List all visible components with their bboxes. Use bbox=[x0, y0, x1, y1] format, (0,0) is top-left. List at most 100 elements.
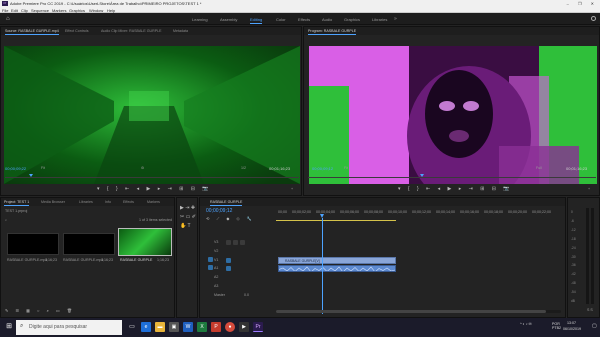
tray-language[interactable]: POR PTB2 bbox=[552, 322, 561, 330]
program-fit-select[interactable]: Fit bbox=[344, 166, 348, 170]
timeline-toolbar[interactable]: ⟲ ⟋ ◆ ◇ 🔧 bbox=[206, 216, 255, 221]
premiere-logo-icon: Pr bbox=[2, 1, 8, 6]
track-a3: A3 bbox=[214, 284, 219, 288]
powerpoint-icon[interactable]: P bbox=[211, 322, 221, 332]
ruler-label: 00;00;10;00 bbox=[388, 210, 407, 214]
program-resolution-select[interactable]: Full bbox=[536, 166, 542, 170]
ws-tab-libraries[interactable]: Libraries bbox=[372, 17, 387, 22]
audio-clip[interactable] bbox=[278, 265, 396, 272]
tray-time[interactable]: 13:07 bbox=[567, 321, 576, 325]
ruler-label: 00;00;20;00 bbox=[508, 210, 527, 214]
workspaces-more-button[interactable]: » bbox=[394, 16, 397, 22]
taskbar-search-placeholder: Digite aqui para pesquisar bbox=[29, 324, 88, 330]
tab-program[interactable]: Program: RASBALE GURPLE bbox=[308, 29, 357, 35]
media-icon[interactable]: ▶ bbox=[239, 322, 249, 332]
tab-metadata[interactable]: Metadata bbox=[173, 29, 188, 33]
timeline-playhead-handle[interactable] bbox=[320, 214, 324, 218]
program-transport-controls[interactable]: ▾ { } ⇤ ◂ ▶ ▸ ⇥ ⊞ ⊟ 📷 bbox=[398, 186, 513, 192]
source-playhead[interactable] bbox=[29, 174, 33, 177]
meter-bar-left bbox=[586, 208, 589, 304]
track-target-v1[interactable] bbox=[226, 258, 231, 263]
word-icon[interactable]: W bbox=[183, 322, 193, 332]
ruler-label: 00;00;18;00 bbox=[484, 210, 503, 214]
ws-tab-learning[interactable]: Learning bbox=[192, 17, 208, 22]
tools-icons[interactable]: ▶ ⇥ ✚ ✂ ▭ ✐ ✋ T bbox=[180, 204, 196, 231]
ws-tab-graphics[interactable]: Graphics bbox=[344, 17, 360, 22]
ws-tab-assembly[interactable]: Assembly bbox=[220, 17, 237, 22]
program-add-button[interactable]: + bbox=[588, 187, 590, 191]
timeline-scroll-thumb[interactable] bbox=[276, 310, 546, 313]
file-explorer-icon[interactable]: ▬ bbox=[155, 322, 165, 332]
source-timecode[interactable]: 00;00;09;22 bbox=[5, 166, 26, 171]
track-headers: V3 V2 V1 A1 A2 A3 Master 0.0 bbox=[204, 240, 274, 300]
video-clip[interactable]: RASBALE GURPLE[V] bbox=[278, 257, 396, 264]
excel-icon[interactable]: X bbox=[197, 322, 207, 332]
source-add-button[interactable]: + bbox=[291, 187, 293, 191]
wrench-icon[interactable]: ⚙ bbox=[141, 166, 144, 170]
project-tabs: Project: TEST 1 Media Browser Libraries … bbox=[1, 198, 174, 206]
source-resolution-select[interactable]: 1/2 bbox=[241, 166, 246, 170]
window-controls[interactable]: – ❐ ✕ bbox=[567, 1, 598, 6]
eye-icon[interactable] bbox=[240, 240, 245, 245]
tray-icons[interactable]: ^ ◐ ♪ ✉ bbox=[520, 322, 532, 326]
home-icon[interactable]: ⌂ bbox=[6, 16, 12, 22]
sync-icon[interactable] bbox=[233, 240, 238, 245]
source-fit-select[interactable]: Fit bbox=[41, 166, 45, 170]
project-item-thumb-2[interactable] bbox=[63, 233, 115, 255]
source-scrub-bar[interactable] bbox=[5, 177, 299, 178]
project-item-name-2: RASBALE GURPLE.mp4 bbox=[63, 258, 104, 262]
task-view-icon[interactable]: ▭ bbox=[127, 322, 137, 332]
ws-tab-audio[interactable]: Audio bbox=[322, 17, 332, 22]
tab-info[interactable]: Info bbox=[105, 200, 111, 204]
chrome-icon[interactable]: ● bbox=[225, 322, 235, 332]
timeline-horizontal-scrollbar[interactable] bbox=[276, 310, 561, 313]
tab-project[interactable]: Project: TEST 1 bbox=[4, 200, 30, 206]
timeline-timecode[interactable]: 00;00;09;12 bbox=[206, 208, 232, 214]
timeline-playhead-line[interactable] bbox=[322, 218, 323, 314]
search-icon[interactable] bbox=[591, 16, 596, 21]
taskbar-search[interactable]: ⌕ Digite aqui para pesquisar bbox=[16, 320, 122, 335]
source-transport-controls[interactable]: ▾ { } ⇤ ◂ ▶ ▸ ⇥ ⊞ ⊟ 📷 bbox=[97, 186, 212, 192]
program-timecode[interactable]: 00;00;09;12 bbox=[312, 166, 333, 171]
ws-tab-effects[interactable]: Effects bbox=[298, 17, 310, 22]
ruler-label: 00;00;06;00 bbox=[340, 210, 359, 214]
track-a2: A2 bbox=[214, 275, 219, 279]
track-target-a1[interactable] bbox=[226, 266, 231, 271]
program-monitor-tabs: Program: RASBALE GURPLE bbox=[304, 27, 599, 35]
tab-source[interactable]: Source: RASBALE GURPLE.mp4 bbox=[5, 29, 59, 35]
tab-sequence[interactable]: RASBALE GURPLE bbox=[210, 200, 243, 206]
source-patch-a1[interactable] bbox=[208, 265, 213, 270]
project-item-thumb-3[interactable] bbox=[118, 228, 172, 256]
tools-panel: ▶ ⇥ ✚ ✂ ▭ ✐ ✋ T bbox=[176, 197, 198, 318]
program-playhead[interactable] bbox=[420, 174, 424, 177]
tab-libraries[interactable]: Libraries bbox=[79, 200, 93, 204]
tab-effects[interactable]: Effects bbox=[123, 200, 134, 204]
project-items-info: 1 of 3 items selected bbox=[139, 218, 172, 222]
edge-icon[interactable]: e bbox=[141, 322, 151, 332]
store-icon[interactable]: ▣ bbox=[169, 322, 179, 332]
work-area-bar[interactable] bbox=[276, 220, 396, 221]
notifications-icon[interactable]: ▢ bbox=[592, 323, 597, 329]
program-scrub-bar[interactable] bbox=[308, 177, 596, 178]
meter-solo-buttons[interactable]: S S bbox=[587, 308, 593, 312]
master-value[interactable]: 0.0 bbox=[244, 293, 249, 297]
windows-start-icon[interactable]: ⊞ bbox=[4, 322, 14, 332]
project-bottom-toolbar[interactable]: ✎ ☰ ▦ ○ ⌕ ▭ 🗑 bbox=[5, 308, 75, 313]
window-title: Adobe Premiere Pro CC 2019 - C:\Usuários… bbox=[10, 1, 202, 6]
ws-tab-editing[interactable]: Editing bbox=[250, 17, 263, 24]
lock-icon[interactable] bbox=[226, 240, 231, 245]
track-v2: V2 bbox=[214, 249, 219, 253]
source-video-frame[interactable] bbox=[4, 46, 300, 184]
tab-effect-controls[interactable]: Effect Controls bbox=[65, 29, 89, 33]
premiere-taskbar-icon[interactable]: Pr bbox=[253, 322, 263, 332]
project-search-icon[interactable]: ⌕ bbox=[5, 218, 7, 222]
program-video-frame[interactable] bbox=[309, 46, 597, 184]
tray-date[interactable]: 06/10/2019 bbox=[563, 327, 581, 331]
tab-audio-clip-mixer[interactable]: Audio Clip Mixer: RASBALE GURPLE bbox=[101, 29, 162, 33]
project-item-name-1: RASBALE GURPLE.mp4 bbox=[7, 258, 48, 262]
tab-media-browser[interactable]: Media Browser bbox=[41, 200, 65, 204]
source-patch-v1[interactable] bbox=[208, 257, 213, 262]
tab-markers[interactable]: Markers bbox=[147, 200, 160, 204]
ws-tab-color[interactable]: Color bbox=[276, 17, 286, 22]
project-item-thumb-1[interactable] bbox=[7, 233, 59, 255]
